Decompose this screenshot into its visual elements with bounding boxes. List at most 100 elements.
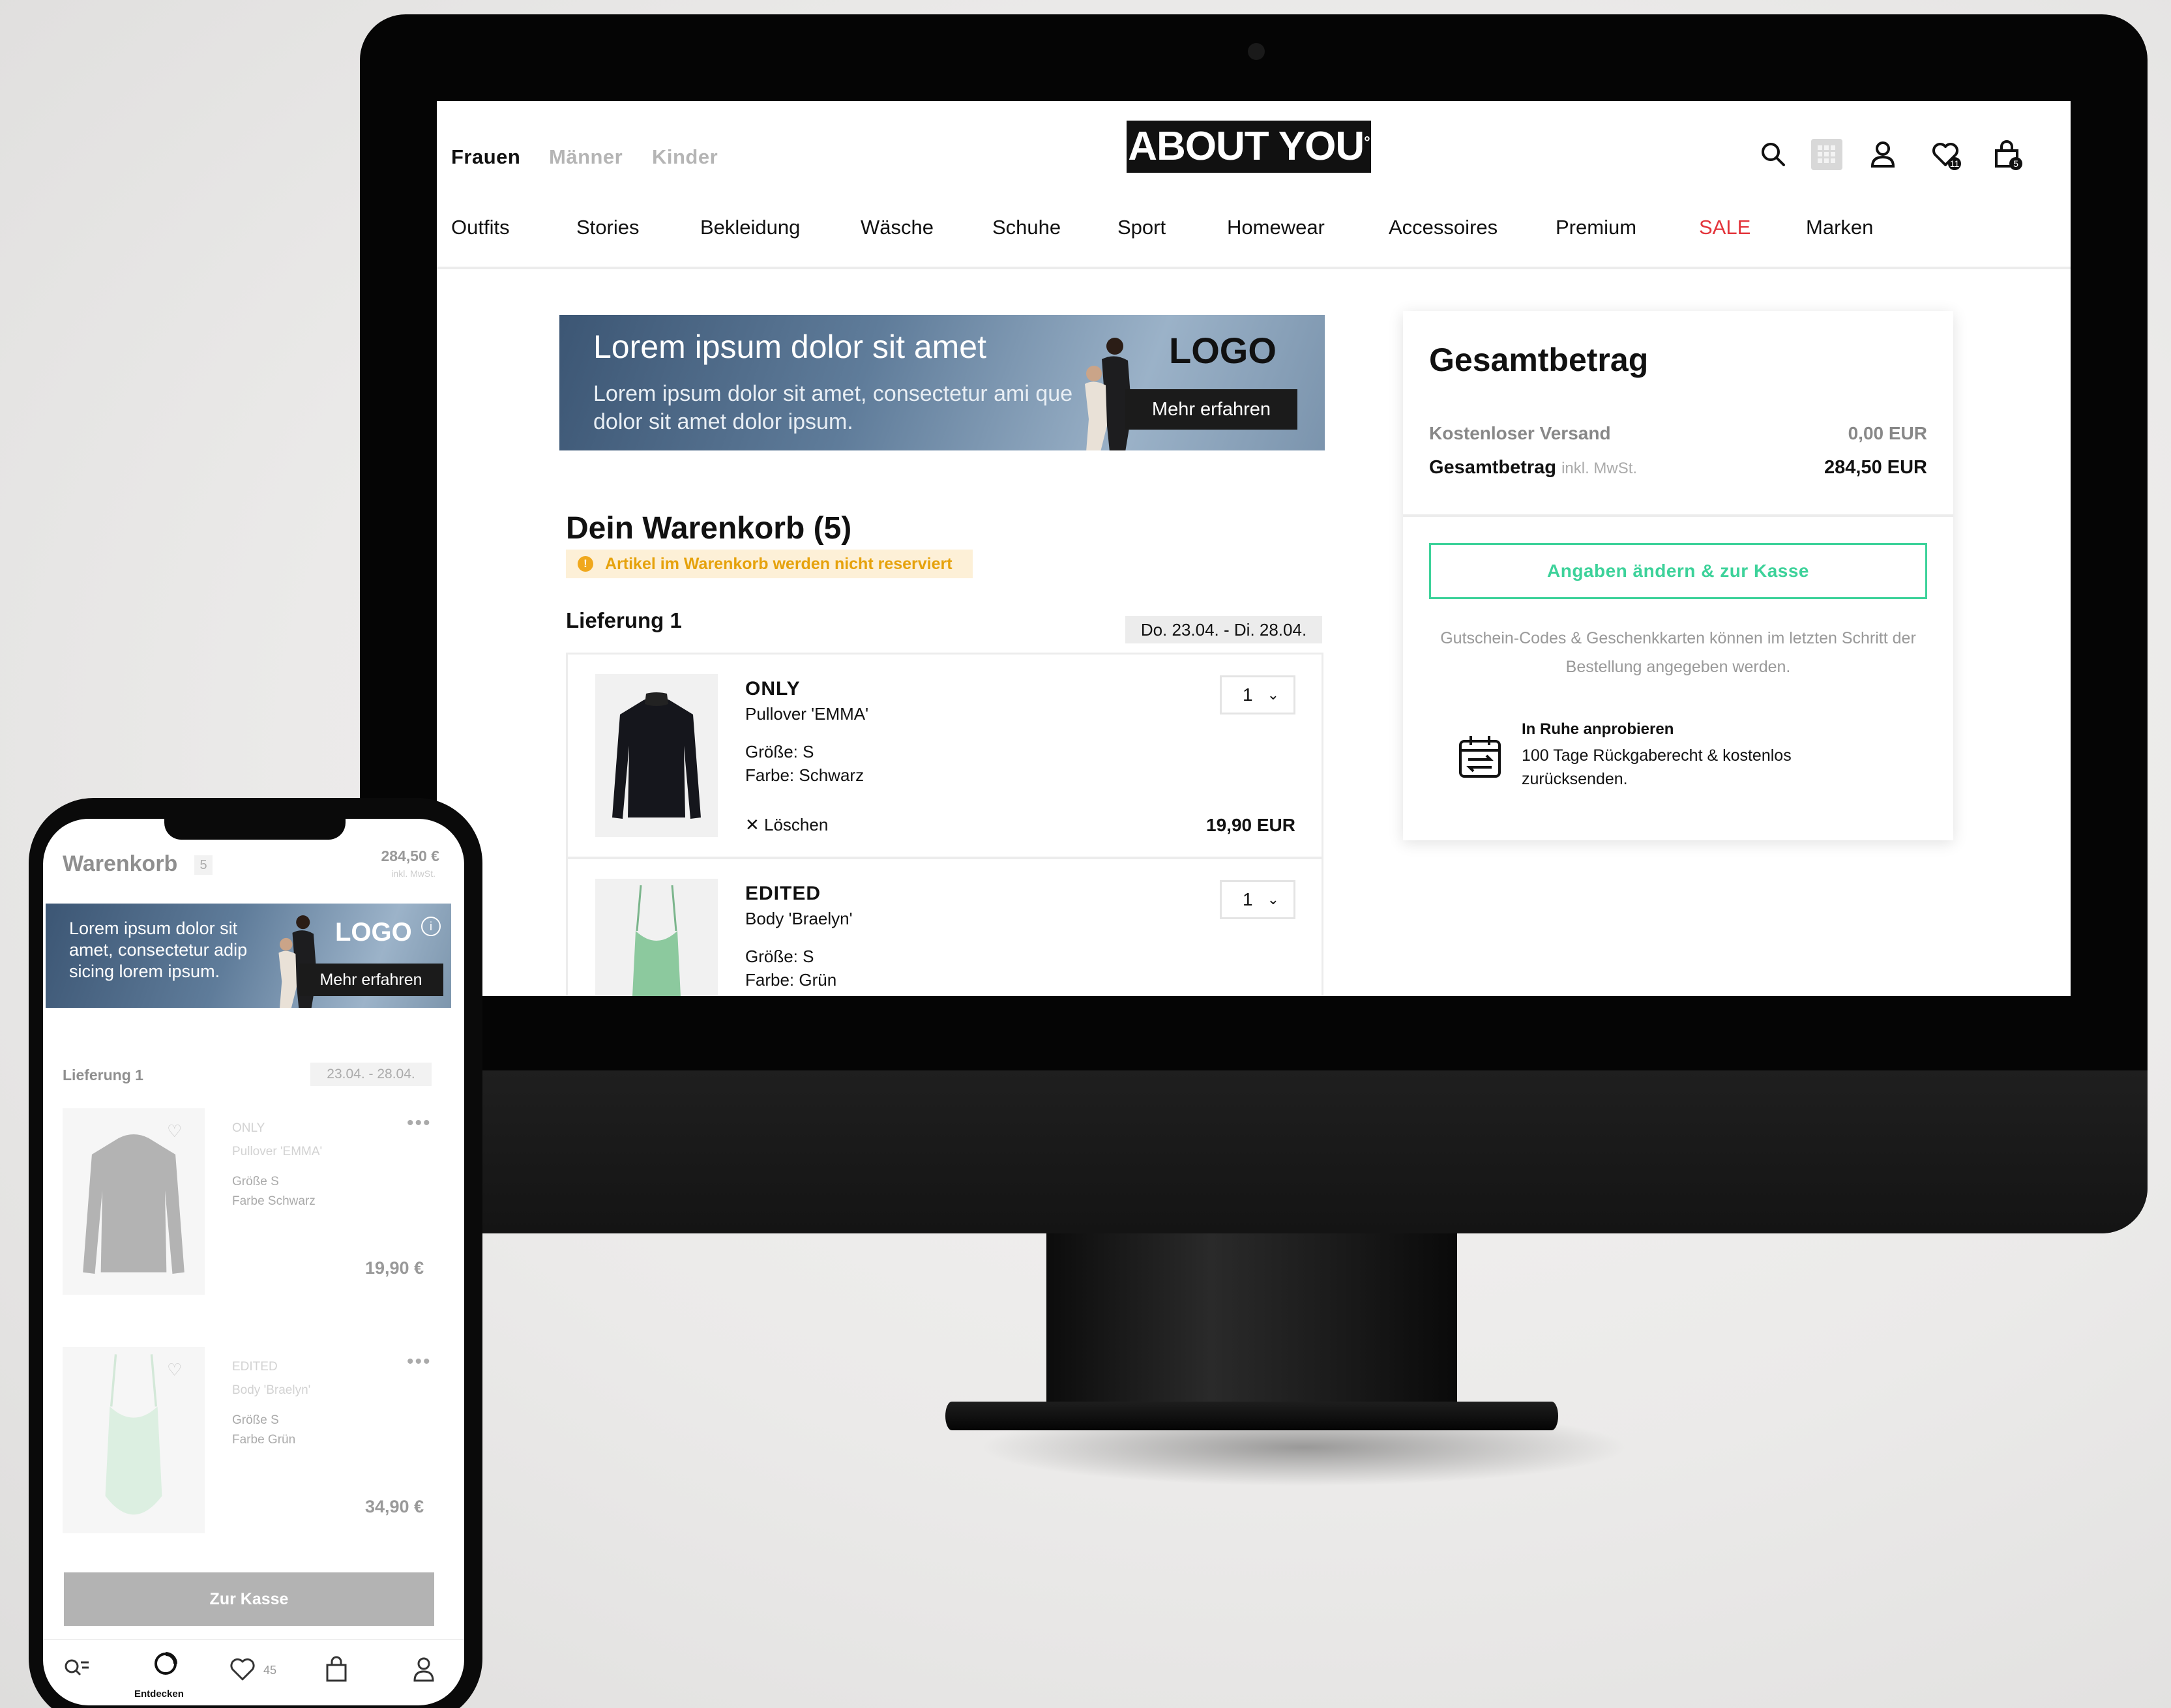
mobile-delivery-title: Lieferung 1 <box>63 1067 143 1083</box>
shipping-label: Kostenloser Versand <box>1429 423 1611 443</box>
info-icon[interactable]: i <box>421 917 441 936</box>
checkout-button[interactable]: Angaben ändern & zur Kasse <box>1429 543 1927 599</box>
nav-schuhe[interactable]: Schuhe <box>992 216 1061 239</box>
nav-accessoires[interactable]: Accessoires <box>1389 216 1498 239</box>
summary-title: Gesamtbetrag <box>1429 342 1649 378</box>
warning-icon: ! <box>578 556 593 572</box>
pullover-image <box>83 1134 185 1274</box>
user-icon[interactable] <box>409 1655 442 1687</box>
item-size: Größe: S <box>745 947 814 966</box>
delete-label: Löschen <box>764 815 829 834</box>
reservation-warning: ! Artikel im Warenkorb werden nicht rese… <box>566 550 973 578</box>
product-image[interactable] <box>595 674 718 837</box>
mobile-banner-text: Lorem ipsum dolor sit amet, consectetur … <box>69 919 248 981</box>
cart-title: Dein Warenkorb (5) <box>566 511 852 546</box>
search-icon[interactable] <box>1758 139 1789 170</box>
tab-explore-label[interactable]: Entdecken <box>134 1688 184 1700</box>
wishlist-heart-icon[interactable]: ♡ <box>167 1360 182 1380</box>
delete-button[interactable]: ✕ Löschen <box>745 815 828 835</box>
item-name[interactable]: Pullover 'EMMA' <box>745 704 868 724</box>
logo-mark: ° <box>1364 134 1370 151</box>
logo-text: ABOUT YOU <box>1128 124 1365 169</box>
nav-sport[interactable]: Sport <box>1117 216 1166 239</box>
delivery-date: Do. 23.04. - Di. 28.04. <box>1125 616 1322 643</box>
more-options-icon[interactable]: ••• <box>407 1112 432 1134</box>
voucher-note: Gutschein-Codes & Geschenkkarten können … <box>1440 629 1916 676</box>
nav-sale[interactable]: SALE <box>1699 216 1750 239</box>
item-name[interactable]: Body 'Braelyn' <box>745 909 853 929</box>
item-size: Größe S <box>232 1175 279 1188</box>
total-label: Gesamtbetrag <box>1429 457 1557 478</box>
total-vat-note: inkl. MwSt. <box>1561 460 1638 477</box>
mobile-cart-title: Warenkorb <box>63 851 178 876</box>
divider <box>1403 514 1953 517</box>
total-value: 284,50 EUR <box>1824 457 1927 478</box>
nav-premium[interactable]: Premium <box>1556 216 1636 239</box>
item-brand: EDITED <box>232 1360 278 1374</box>
item-price: 19,90 € <box>365 1258 424 1278</box>
heart-icon[interactable] <box>228 1655 261 1687</box>
order-summary: Gesamtbetrag Kostenloser Versand 0,00 EU… <box>1403 311 1953 840</box>
item-color: Farbe: Grün <box>745 970 837 990</box>
promo-banner[interactable]: Lorem ipsum dolor sit amet Lorem ipsum d… <box>559 315 1325 450</box>
mobile-promo-banner[interactable]: Lorem ipsum dolor sit amet, consectetur … <box>46 904 451 1008</box>
nav-outfits[interactable]: Outfits <box>451 216 510 239</box>
gender-tab-kinder[interactable]: Kinder <box>652 145 718 169</box>
return-title: In Ruhe anprobieren <box>1522 720 1674 738</box>
gender-tab-maenner[interactable]: Männer <box>549 145 623 169</box>
nav-marken[interactable]: Marken <box>1806 216 1873 239</box>
item-color: Farbe: Schwarz <box>745 765 864 785</box>
delivery-title: Lieferung 1 <box>566 608 682 632</box>
mobile-checkout-button[interactable]: Zur Kasse <box>64 1572 434 1626</box>
explore-icon[interactable] <box>151 1649 184 1682</box>
item-brand[interactable]: EDITED <box>745 883 821 905</box>
product-image[interactable] <box>63 1347 205 1533</box>
shipping-value: 0,00 EUR <box>1848 423 1927 443</box>
bag-icon[interactable]: 5 <box>1991 139 2022 170</box>
banner-logo: LOGO <box>1169 330 1277 371</box>
chevron-down-icon: ⌄ <box>1267 891 1279 907</box>
total-label-row: Gesamtbetrag inkl. MwSt. <box>1429 457 1637 479</box>
banner-more-button[interactable]: Mehr erfahren <box>1125 389 1297 430</box>
camera <box>1248 43 1265 60</box>
wishlist-count: 11 <box>1950 158 1960 169</box>
product-image[interactable] <box>595 879 718 996</box>
nav-stories[interactable]: Stories <box>576 216 639 239</box>
mobile-cart-item[interactable]: ♡ ONLY Pullover 'EMMA' Größe S Farbe Sch… <box>63 1108 451 1304</box>
mobile-total-vat-note: inkl. MwSt. <box>391 868 436 879</box>
quantity-select[interactable]: 1 ⌄ <box>1220 880 1295 919</box>
mobile-cart-count: 5 <box>194 855 213 875</box>
item-brand[interactable]: ONLY <box>745 678 801 700</box>
quantity-select[interactable]: 1 ⌄ <box>1220 675 1295 714</box>
wishlist-heart-icon[interactable]: ♡ <box>167 1121 182 1141</box>
quantity-value: 1 <box>1243 889 1253 909</box>
nav-bekleidung[interactable]: Bekleidung <box>700 216 800 239</box>
monitor-stand <box>1046 1232 1457 1428</box>
item-price: 34,90 € <box>365 1497 424 1516</box>
user-icon[interactable] <box>1867 139 1898 170</box>
product-image[interactable] <box>63 1108 205 1295</box>
bag-icon[interactable] <box>322 1655 355 1687</box>
grid-icon[interactable] <box>1811 139 1842 170</box>
banner-title: Lorem ipsum dolor sit amet <box>593 329 987 365</box>
about-you-logo[interactable]: ABOUT YOU° <box>1127 121 1371 173</box>
desktop-screen: Frauen Männer Kinder ABOUT YOU° 11 5 Out… <box>437 101 2071 996</box>
nav-homewear[interactable]: Homewear <box>1227 216 1325 239</box>
mobile-total: 284,50 € <box>381 847 439 864</box>
item-price: 19,90 EUR <box>1206 815 1295 835</box>
more-options-icon[interactable]: ••• <box>407 1351 432 1373</box>
mobile-cart-item[interactable]: ♡ EDITED Body 'Braelyn' Größe S Farbe Gr… <box>63 1347 451 1542</box>
chevron-down-icon: ⌄ <box>1267 686 1279 703</box>
search-menu-icon[interactable] <box>61 1655 94 1687</box>
close-icon: ✕ <box>745 815 765 834</box>
item-color: Farbe Schwarz <box>232 1194 316 1208</box>
item-color: Farbe Grün <box>232 1433 296 1447</box>
site-header: Frauen Männer Kinder ABOUT YOU° 11 5 Out… <box>437 101 2071 269</box>
heart-icon[interactable]: 11 <box>1930 139 1961 170</box>
item-size: Größe S <box>232 1413 279 1427</box>
nav-waesche[interactable]: Wäsche <box>861 216 934 239</box>
monitor-chin <box>360 1070 2148 1233</box>
gender-tab-frauen[interactable]: Frauen <box>451 145 520 169</box>
pullover-image <box>612 692 701 819</box>
mobile-banner-more-button[interactable]: Mehr erfahren <box>299 964 443 996</box>
